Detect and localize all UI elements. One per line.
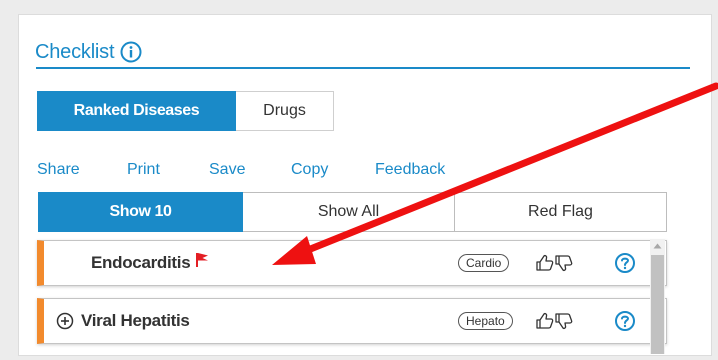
checklist-panel: Checklist Ranked Diseases Drugs Share Pr… (18, 14, 712, 356)
feedback-link[interactable]: Feedback (375, 161, 445, 179)
expand-icon[interactable] (56, 312, 74, 335)
disease-name-text: Endocarditis (91, 253, 191, 272)
thumbs-up-icon[interactable] (535, 311, 555, 336)
list-item[interactable]: Endocarditis Cardio (37, 240, 667, 286)
list-item[interactable]: Viral Hepatitis Hepato (37, 298, 667, 344)
show-all-button[interactable]: Show All (243, 192, 455, 232)
share-link[interactable]: Share (37, 161, 80, 179)
title-divider (36, 67, 690, 69)
show-10-button[interactable]: Show 10 (38, 192, 243, 232)
info-icon[interactable] (120, 41, 142, 63)
category-tag: Hepato (458, 312, 513, 330)
list-scrollbar[interactable] (650, 239, 665, 354)
copy-link[interactable]: Copy (291, 161, 328, 179)
red-flag-button[interactable]: Red Flag (455, 192, 667, 232)
scroll-up-icon[interactable] (650, 239, 665, 253)
page-title: Checklist (35, 40, 115, 63)
category-tag: Cardio (458, 254, 510, 272)
thumbs-down-icon[interactable] (554, 253, 574, 278)
action-links: Share Print Save Copy Feedback (37, 161, 497, 185)
checklist-header: Checklist (35, 37, 142, 67)
thumbs-down-icon[interactable] (554, 311, 574, 336)
disease-name: Viral Hepatitis (81, 311, 190, 330)
save-link[interactable]: Save (209, 161, 245, 179)
filter-buttons: Show 10 Show All Red Flag (38, 192, 667, 232)
tab-ranked-diseases[interactable]: Ranked Diseases (37, 91, 236, 131)
help-icon[interactable] (614, 252, 636, 279)
disease-name: Endocarditis (91, 252, 209, 273)
checklist-tabs: Ranked Diseases Drugs (37, 91, 334, 131)
disease-list: Endocarditis Cardio Viral Hepatitis Hepa… (37, 240, 667, 360)
print-link[interactable]: Print (127, 161, 160, 179)
thumbs-up-icon[interactable] (535, 253, 555, 278)
tab-drugs[interactable]: Drugs (236, 91, 334, 131)
help-icon[interactable] (614, 310, 636, 337)
red-flag-icon (195, 252, 209, 273)
scroll-thumb[interactable] (651, 255, 664, 354)
